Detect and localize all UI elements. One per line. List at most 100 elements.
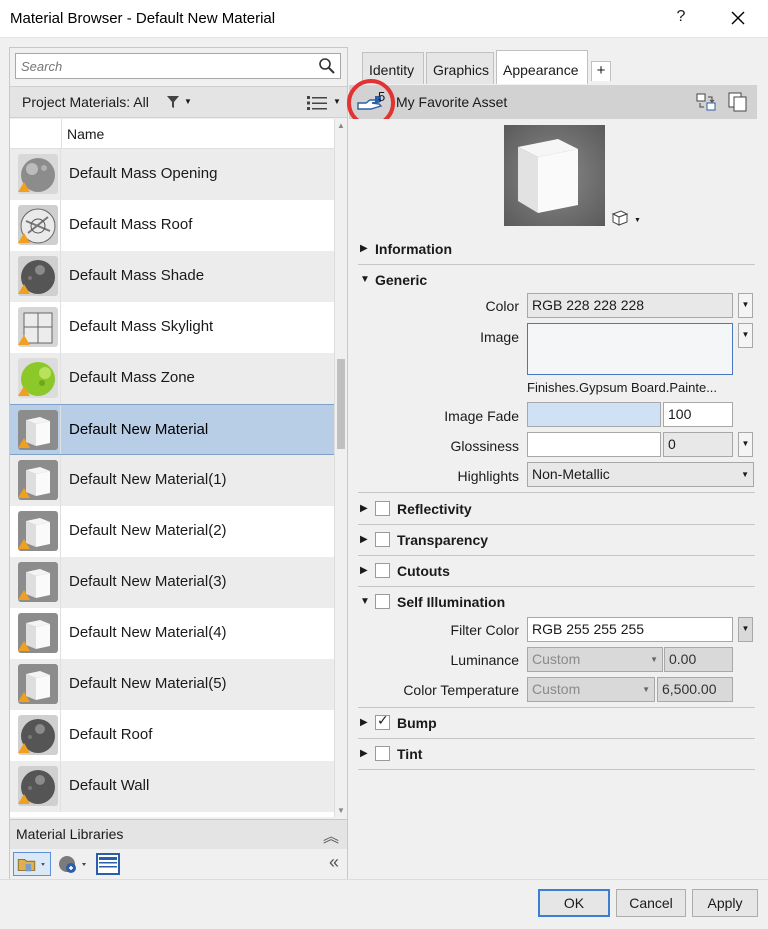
tab-graphics[interactable]: Graphics — [426, 52, 494, 84]
cancel-button[interactable]: Cancel — [616, 889, 686, 917]
view-dropdown-arrow[interactable]: ▼ — [333, 97, 341, 106]
material-row[interactable]: Default Mass Skylight — [10, 302, 334, 353]
collapse-arrow-icon[interactable]: ▼ — [360, 274, 370, 285]
scroll-down-arrow[interactable]: ▼ — [337, 806, 345, 815]
section-title: Generic — [375, 272, 428, 288]
scroll-thumb[interactable] — [337, 359, 345, 449]
filter-color-field[interactable]: RGB 255 255 255 — [527, 617, 733, 642]
filter-icon[interactable] — [166, 95, 180, 109]
section-cutouts[interactable]: ▶ Cutouts — [358, 559, 756, 583]
filter-color-dropdown[interactable]: ▼ — [738, 617, 753, 642]
filter-dropdown-arrow[interactable]: ▼ — [184, 97, 192, 106]
material-name: Default New Material(1) — [69, 471, 227, 488]
search-input[interactable]: Search — [15, 53, 341, 79]
section-generic[interactable]: ▼ Generic — [358, 268, 756, 292]
material-name: Default Mass Opening — [69, 165, 218, 182]
apply-button[interactable]: Apply — [692, 889, 758, 917]
expand-arrow-icon[interactable]: ▶ — [360, 534, 368, 545]
material-row[interactable]: Default New Material(1) — [10, 455, 334, 506]
color-temperature-dropdown-arrow[interactable]: ▼ — [642, 685, 650, 694]
luminance-label: Luminance — [450, 652, 520, 668]
section-bump[interactable]: ▶ ✓ Bump — [358, 711, 756, 735]
material-row[interactable]: Default Mass Zone — [10, 353, 334, 404]
thumbnail-cell — [10, 557, 61, 608]
collapse-left-icon[interactable]: « — [329, 852, 339, 873]
expand-libraries-icon[interactable]: ︽ — [323, 823, 339, 847]
project-materials-label[interactable]: Project Materials: All — [22, 94, 149, 110]
section-reflectivity[interactable]: ▶ Reflectivity — [358, 497, 756, 521]
material-row[interactable]: Default Roof — [10, 710, 334, 761]
expand-arrow-icon[interactable]: ▶ — [360, 565, 368, 576]
search-icon[interactable] — [318, 57, 336, 75]
luminance-input[interactable]: 0.00 — [664, 647, 733, 672]
title-bar: Material Browser - Default New Material … — [0, 0, 768, 38]
section-self-illumination[interactable]: ▼ Self Illumination — [358, 590, 756, 614]
luminance-preset-value: Custom — [532, 651, 581, 667]
material-row[interactable]: Default New Material(5) — [10, 659, 334, 710]
tab-appearance[interactable]: Appearance — [496, 50, 588, 84]
ok-button[interactable]: OK — [538, 889, 610, 917]
material-preview: ▼ — [504, 125, 641, 226]
reflectivity-checkbox[interactable] — [375, 501, 390, 516]
color-dropdown[interactable]: ▼ — [738, 293, 753, 318]
material-row[interactable]: Default New Material — [10, 404, 334, 455]
duplicate-asset-icon[interactable] — [728, 92, 748, 112]
list-scrollbar[interactable]: ▲ ▼ — [334, 119, 347, 817]
material-row[interactable]: Default Mass Roof — [10, 200, 334, 251]
open-library-icon[interactable] — [13, 852, 51, 876]
tint-checkbox[interactable] — [375, 746, 390, 761]
column-header-name[interactable]: Name — [67, 126, 104, 142]
expand-arrow-icon[interactable]: ▶ — [360, 503, 368, 514]
glossiness-input[interactable]: 0 — [663, 432, 733, 457]
asset-editor-icon[interactable] — [96, 853, 120, 875]
create-material-icon[interactable] — [56, 853, 92, 875]
luminance-dropdown-arrow[interactable]: ▼ — [650, 655, 658, 664]
section-information[interactable]: ▶ Information — [358, 237, 756, 261]
image-filename[interactable]: Finishes.Gypsum Board.Painte... — [527, 380, 717, 395]
material-name: Default Roof — [69, 726, 153, 743]
material-row[interactable]: Default New Material(2) — [10, 506, 334, 557]
image-thumbnail-field[interactable] — [527, 323, 733, 375]
material-libraries-label: Material Libraries — [16, 826, 124, 842]
material-row[interactable]: Default Wall — [10, 761, 334, 812]
replace-asset-icon[interactable] — [696, 93, 716, 111]
collapse-arrow-icon[interactable]: ▼ — [360, 596, 370, 607]
material-name: Default New Material(2) — [69, 522, 227, 539]
preview-dropdown-arrow[interactable]: ▼ — [634, 217, 641, 224]
expand-arrow-icon[interactable]: ▶ — [360, 748, 368, 759]
section-title: Tint — [397, 746, 423, 762]
transparency-checkbox[interactable] — [375, 532, 390, 547]
preview-shape-icon[interactable] — [610, 209, 630, 227]
color-temperature-input[interactable]: 6,500.00 — [657, 677, 733, 702]
image-dropdown[interactable]: ▼ — [738, 323, 753, 348]
material-row[interactable]: Default New Material(3) — [10, 557, 334, 608]
checkmark-icon: ✓ — [377, 712, 389, 728]
image-fade-input[interactable]: 100 — [663, 402, 733, 427]
color-field[interactable]: RGB 228 228 228 — [527, 293, 733, 318]
expand-arrow-icon[interactable]: ▶ — [360, 717, 368, 728]
expand-arrow-icon[interactable]: ▶ — [360, 243, 368, 254]
help-button[interactable]: ? — [672, 8, 690, 26]
highlights-dropdown-arrow[interactable]: ▼ — [741, 470, 749, 479]
material-row[interactable]: Default Mass Shade — [10, 251, 334, 302]
image-fade-slider[interactable] — [527, 402, 661, 427]
list-view-icon[interactable] — [307, 95, 327, 111]
scroll-up-arrow[interactable]: ▲ — [337, 121, 345, 130]
highlights-select[interactable]: Non-Metallic ▼ — [527, 462, 754, 487]
cutouts-checkbox[interactable] — [375, 563, 390, 578]
material-row[interactable]: Default Mass Opening — [10, 149, 334, 200]
material-name: Default Mass Zone — [69, 369, 195, 386]
warning-icon — [18, 590, 30, 600]
add-tab-button[interactable]: + — [591, 61, 611, 81]
preview-cube-image — [518, 139, 578, 213]
close-icon[interactable] — [725, 5, 751, 31]
material-libraries-bar: Material Libraries ︽ — [10, 819, 347, 849]
section-tint[interactable]: ▶ Tint — [358, 742, 756, 766]
color-temperature-preset-select[interactable]: Custom ▼ — [527, 677, 655, 702]
section-transparency[interactable]: ▶ Transparency — [358, 528, 756, 552]
glossiness-slider[interactable] — [527, 432, 661, 457]
material-row[interactable]: Default New Material(4) — [10, 608, 334, 659]
luminance-preset-select[interactable]: Custom ▼ — [527, 647, 663, 672]
glossiness-dropdown[interactable]: ▼ — [738, 432, 753, 457]
self-illumination-checkbox[interactable] — [375, 594, 390, 609]
